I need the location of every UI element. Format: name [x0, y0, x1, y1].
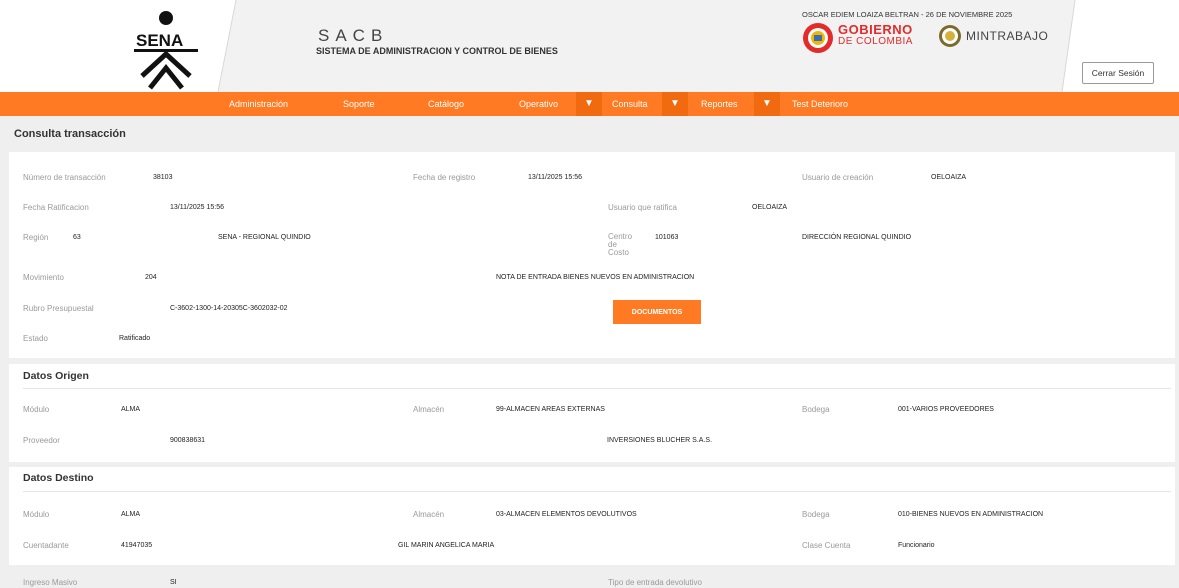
de-colombia-label: DE COLOMBIA	[838, 36, 913, 47]
fecha-ratificacion-value: 13/11/2025 15:56	[170, 204, 224, 211]
origen-title: Datos Origen	[23, 370, 89, 382]
usuario-creacion-label: Usuario de creación	[802, 173, 874, 182]
destino-almacen-value: 03-ALMACEN ELEMENTOS DEVOLUTIVOS	[496, 511, 637, 518]
origen-bodega-label: Bodega	[802, 405, 830, 414]
region-name: SENA - REGIONAL QUINDIO	[218, 234, 311, 241]
centro-costo-name: DIRECCIÓN REGIONAL QUINDIO	[802, 234, 912, 241]
rubro-value: C-3602-1300-14-20305C-3602032-02	[170, 305, 288, 312]
operativo-dropdown-icon[interactable]: ▼	[576, 92, 602, 116]
numero-transaccion-label: Número de transacción	[23, 173, 106, 182]
nav-operativo[interactable]: Operativo	[519, 92, 558, 116]
proveedor-name: INVERSIONES BLUCHER S.A.S.	[607, 437, 713, 444]
region-code: 63	[73, 234, 81, 241]
app-subtitle: SISTEMA DE ADMINISTRACION Y CONTROL DE B…	[316, 46, 558, 56]
centro-costo-label-line3: Costo	[608, 248, 629, 257]
numero-transaccion-value: 38103	[153, 174, 173, 181]
nav-reportes[interactable]: Reportes	[701, 92, 738, 116]
centro-costo-label: Centro de Costo	[608, 233, 632, 257]
tipo-entrada-label: Tipo de entrada devolutivo	[608, 578, 702, 587]
nav-soporte[interactable]: Soporte	[343, 92, 375, 116]
mintrabajo-label: MINTRABAJO	[966, 29, 1049, 43]
origen-modulo-label: Módulo	[23, 405, 50, 414]
colombia-seal-icon	[802, 22, 834, 53]
ingreso-masivo-label: Ingreso Masivo	[23, 578, 78, 587]
reportes-dropdown-icon[interactable]: ▼	[754, 92, 780, 116]
origen-modulo-value: ALMA	[121, 406, 141, 413]
cuentadante-id: 41947035	[121, 542, 153, 549]
destino-divider	[23, 491, 1171, 492]
proveedor-nit: 900838631	[170, 437, 206, 444]
destino-modulo-label: Módulo	[23, 510, 50, 519]
documentos-button[interactable]: DOCUMENTOS	[613, 300, 701, 324]
nav-consulta[interactable]: Consulta	[612, 92, 648, 116]
usuario-creacion-value: OELOAIZA	[931, 174, 967, 181]
fecha-registro-label: Fecha de registro	[413, 173, 476, 182]
clase-cuenta-value: Funcionario	[898, 542, 935, 549]
destino-title: Datos Destino	[23, 472, 94, 484]
movimiento-code: 204	[145, 274, 157, 281]
transaction-panel	[9, 152, 1175, 358]
sena-logo: SENA	[128, 10, 206, 90]
estado-value: Ratificado	[119, 335, 151, 342]
origen-almacen-label: Almacén	[413, 405, 445, 414]
destino-bodega-value: 010-BIENES NUEVOS EN ADMINISTRACION	[898, 511, 1044, 518]
logout-button[interactable]: Cerrar Sesión	[1082, 62, 1154, 84]
nav-catalogo[interactable]: Catálogo	[428, 92, 464, 116]
main-nav: Administración Soporte Catálogo Operativ…	[0, 92, 1179, 116]
destino-almacen-label: Almacén	[413, 510, 445, 519]
app-name: SACB	[318, 26, 389, 45]
destino-bodega-label: Bodega	[802, 510, 830, 519]
svg-text:SENA: SENA	[136, 31, 183, 50]
app-header: SENA SACB SISTEMA DE ADMINISTRACION Y CO…	[0, 0, 1179, 92]
consulta-dropdown-icon[interactable]: ▼	[662, 92, 688, 116]
estado-label: Estado	[23, 334, 48, 343]
origen-divider	[23, 388, 1171, 389]
gobierno-label: GOBIERNO	[838, 22, 913, 37]
movimiento-label: Movimiento	[23, 273, 64, 282]
destino-modulo-value: ALMA	[121, 511, 141, 518]
rubro-label: Rubro Presupuestal	[23, 304, 94, 313]
origen-panel	[9, 364, 1175, 462]
usuario-ratifica-label: Usuario que ratifica	[608, 203, 677, 212]
movimiento-name: NOTA DE ENTRADA BIENES NUEVOS EN ADMINIS…	[496, 274, 695, 281]
nav-administracion[interactable]: Administración	[229, 92, 288, 116]
origen-bodega-value: 001-VARIOS PROVEEDORES	[898, 406, 994, 413]
centro-costo-code: 101063	[655, 234, 679, 241]
clase-cuenta-label: Clase Cuenta	[802, 541, 851, 550]
ingreso-masivo-value: SI	[170, 579, 177, 586]
origen-almacen-value: 99-ALMACEN AREAS EXTERNAS	[496, 406, 605, 413]
page-title: Consulta transacción	[14, 128, 126, 140]
mintrabajo-seal-icon	[938, 24, 962, 53]
proveedor-label: Proveedor	[23, 436, 60, 445]
usuario-ratifica-value: OELOAIZA	[752, 204, 788, 211]
region-label: Región	[23, 233, 49, 242]
user-info: OSCAR EDIEM LOAIZA BELTRAN - 26 DE NOVIE…	[802, 10, 1013, 19]
cuentadante-name: GIL MARIN ANGELICA MARIA	[398, 542, 495, 549]
nav-test-deterioro[interactable]: Test Deterioro	[792, 92, 848, 116]
cuentadante-label: Cuentadante	[23, 541, 69, 550]
fecha-ratificacion-label: Fecha Ratificacion	[23, 203, 89, 212]
fecha-registro-value: 13/11/2025 15:56	[528, 174, 582, 181]
